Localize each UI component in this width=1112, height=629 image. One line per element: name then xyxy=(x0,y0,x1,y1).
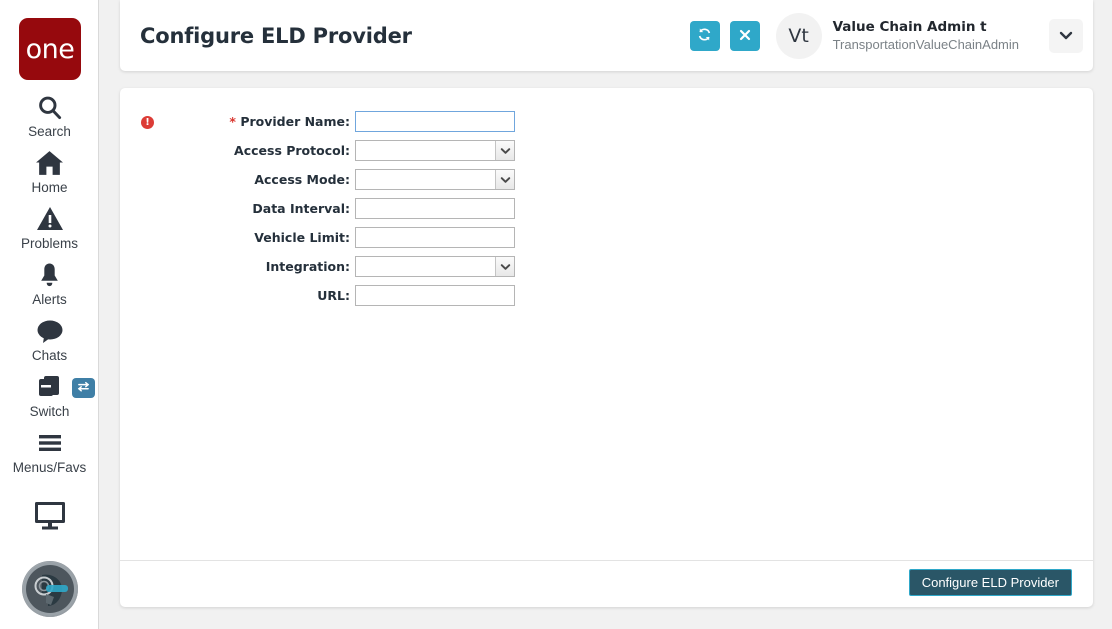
left-sidebar: one Search Home Problems Alerts Chats Sw… xyxy=(0,0,99,629)
switch-swap-badge[interactable] xyxy=(72,378,95,398)
page-header-card: Configure ELD Provider Vt Value Chain Ad… xyxy=(120,0,1093,71)
control-access-mode xyxy=(355,169,515,190)
field-row-integration: Integration: xyxy=(120,254,1093,279)
control-provider-name xyxy=(355,111,515,132)
label-text-vehicle-limit: Vehicle Limit: xyxy=(254,230,350,245)
access-mode-value xyxy=(356,170,495,189)
label-url: URL: xyxy=(120,288,355,303)
switch-books-icon xyxy=(36,372,64,402)
chevron-down-icon[interactable] xyxy=(495,141,514,160)
access-protocol-select[interactable] xyxy=(355,140,515,161)
search-icon xyxy=(36,92,63,122)
sidebar-label-search: Search xyxy=(28,124,71,139)
sidebar-item-problems[interactable]: Problems xyxy=(0,204,99,252)
provider-name-input[interactable] xyxy=(355,111,515,132)
refresh-icon xyxy=(697,27,712,45)
label-data-interval: Data Interval: xyxy=(120,201,355,216)
label-integration: Integration: xyxy=(120,259,355,274)
main-region: Configure ELD Provider Vt Value Chain Ad… xyxy=(99,0,1112,629)
hamburger-menu-icon xyxy=(36,428,64,458)
label-text-data-interval: Data Interval: xyxy=(252,201,350,216)
header-actions: Vt Value Chain Admin t TransportationVal… xyxy=(689,0,1083,71)
control-url xyxy=(355,285,515,306)
sidebar-item-menus-favs[interactable]: Menus/Favs xyxy=(0,428,99,476)
swap-arrows-icon xyxy=(77,381,90,395)
control-data-interval xyxy=(355,198,515,219)
form-footer: Configure ELD Provider xyxy=(120,560,1093,607)
user-role: TransportationValueChainAdmin xyxy=(832,36,1019,52)
sidebar-label-alerts: Alerts xyxy=(32,292,67,307)
sidebar-label-menus-favs: Menus/Favs xyxy=(12,460,87,475)
monitor-screen-icon xyxy=(33,500,67,536)
label-text-access-protocol: Access Protocol: xyxy=(234,143,350,158)
required-asterisk: * xyxy=(229,114,236,129)
label-text-url: URL: xyxy=(317,288,350,303)
label-access-protocol: Access Protocol: xyxy=(120,143,355,158)
integration-value xyxy=(356,257,495,276)
field-row-provider-name: ! * Provider Name: xyxy=(120,109,1093,134)
user-info: Value Chain Admin t TransportationValueC… xyxy=(833,18,1019,54)
one-logo[interactable]: one xyxy=(19,18,81,80)
field-row-url: URL: xyxy=(120,283,1093,308)
field-row-data-interval: Data Interval: xyxy=(120,196,1093,221)
sidebar-item-home[interactable]: Home xyxy=(0,148,99,196)
sidebar-item-alerts[interactable]: Alerts xyxy=(0,260,99,308)
user-avatar[interactable]: Vt xyxy=(775,12,822,59)
control-integration xyxy=(355,256,515,277)
app-root: one Search Home Problems Alerts Chats Sw… xyxy=(0,0,1112,629)
required-error-icon: ! xyxy=(141,116,154,129)
sidebar-label-chats: Chats xyxy=(31,348,68,363)
integration-select[interactable] xyxy=(355,256,515,277)
user-name: Value Chain Admin t xyxy=(832,18,987,35)
vehicle-limit-input[interactable] xyxy=(355,227,515,248)
chevron-down-icon[interactable] xyxy=(495,170,514,189)
control-access-protocol xyxy=(355,140,515,161)
form-card: ! * Provider Name: Access Protocol: Acce… xyxy=(120,88,1093,607)
sidebar-label-home: Home xyxy=(31,180,68,195)
sidebar-item-monitor[interactable] xyxy=(0,500,99,536)
sidebar-item-search[interactable]: Search xyxy=(0,92,99,140)
avatar-initials: Vt xyxy=(788,24,809,47)
label-text-integration: Integration: xyxy=(265,259,350,274)
close-button[interactable] xyxy=(729,20,760,51)
refresh-button[interactable] xyxy=(689,20,720,51)
data-interval-input[interactable] xyxy=(355,198,515,219)
access-mode-select[interactable] xyxy=(355,169,515,190)
one-logo-text: one xyxy=(25,33,75,65)
ai-robot-head-avatar[interactable] xyxy=(22,561,78,617)
home-icon xyxy=(35,148,64,178)
label-text-access-mode: Access Mode: xyxy=(254,172,350,187)
field-row-access-protocol: Access Protocol: xyxy=(120,138,1093,163)
sidebar-item-chats[interactable]: Chats xyxy=(0,316,99,364)
access-protocol-value xyxy=(356,141,495,160)
configure-eld-provider-button[interactable]: Configure ELD Provider xyxy=(908,569,1072,596)
close-x-icon xyxy=(739,28,751,44)
page-title: Configure ELD Provider xyxy=(140,24,412,48)
bell-icon xyxy=(37,260,62,290)
label-provider-name: ! * Provider Name: xyxy=(120,114,355,129)
url-input[interactable] xyxy=(355,285,515,306)
control-vehicle-limit xyxy=(355,227,515,248)
chevron-down-icon[interactable] xyxy=(495,257,514,276)
label-vehicle-limit: Vehicle Limit: xyxy=(120,230,355,245)
chevron-down-icon xyxy=(1059,28,1073,43)
label-access-mode: Access Mode: xyxy=(120,172,355,187)
field-row-vehicle-limit: Vehicle Limit: xyxy=(120,225,1093,250)
sidebar-label-switch: Switch xyxy=(29,404,70,419)
user-menu-button[interactable] xyxy=(1049,18,1083,53)
sidebar-label-problems: Problems xyxy=(20,236,79,251)
form-fields: ! * Provider Name: Access Protocol: Acce… xyxy=(120,88,1093,560)
chat-bubble-icon xyxy=(36,316,64,346)
label-text-provider-name: Provider Name: xyxy=(240,114,350,129)
field-row-access-mode: Access Mode: xyxy=(120,167,1093,192)
problems-warning-icon xyxy=(36,204,64,234)
